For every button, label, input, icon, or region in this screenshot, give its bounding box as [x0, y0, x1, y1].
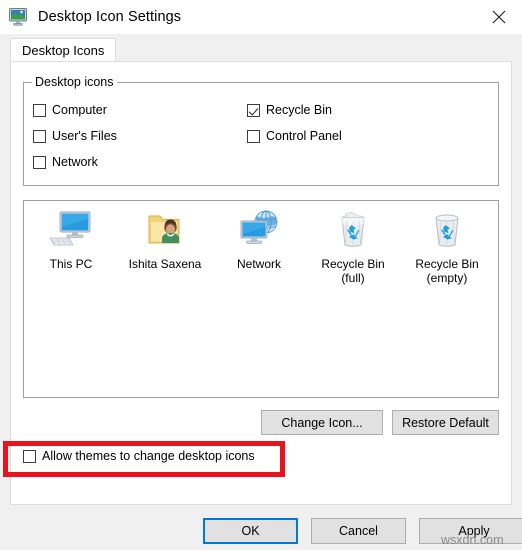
icon-preview-panel: This PC Ishita Saxena Network Recycle Bi… — [23, 200, 499, 398]
desktop-icons-checkbox-grid: Computer Recycle Bin User's Files Contro… — [33, 97, 489, 175]
icon-item-recycle-bin-empty[interactable]: Recycle Bin (empty) — [400, 207, 494, 285]
icon-item-user-folder[interactable]: Ishita Saxena — [118, 207, 212, 285]
cancel-label: Cancel — [339, 524, 378, 538]
tab-strip: Desktop Icons — [0, 34, 522, 62]
checkbox-label-control-panel: Control Panel — [266, 129, 342, 143]
checkbox-box-computer[interactable] — [33, 103, 46, 117]
monitor-desktop-icon — [8, 6, 30, 28]
recycle-bin-full-icon — [329, 207, 377, 253]
change-icon-button[interactable]: Change Icon... — [261, 410, 383, 435]
restore-default-button[interactable]: Restore Default — [392, 410, 499, 435]
cancel-button[interactable]: Cancel — [311, 518, 406, 544]
checkbox-recycle-bin[interactable]: Recycle Bin — [247, 103, 461, 117]
icon-caption: Network — [236, 257, 281, 271]
icon-item-network[interactable]: Network — [212, 207, 306, 285]
icon-caption: This PC — [49, 257, 93, 271]
checkbox-row: Computer Recycle Bin — [33, 97, 489, 123]
desktop-icon-settings-window: Desktop Icon Settings Desktop Icons Desk… — [0, 0, 522, 550]
allow-themes-checkbox[interactable]: Allow themes to change desktop icons — [23, 449, 255, 463]
restore-default-label: Restore Default — [402, 415, 489, 430]
tab-label: Desktop Icons — [22, 43, 105, 58]
icon-item-recycle-bin-full[interactable]: Recycle Bin (full) — [306, 207, 400, 285]
checkbox-label-users-files: User's Files — [52, 129, 117, 143]
icon-caption: Recycle Bin (full) — [321, 257, 385, 285]
checkbox-row: User's Files Control Panel — [33, 123, 489, 149]
this-pc-icon — [47, 207, 95, 253]
network-icon — [235, 207, 283, 253]
close-icon[interactable] — [476, 0, 522, 34]
checkbox-row: Network — [33, 149, 489, 175]
watermark: wsxdn.com — [441, 533, 504, 547]
checkbox-computer[interactable]: Computer — [33, 103, 247, 117]
ok-button[interactable]: OK — [203, 518, 298, 544]
change-icon-label: Change Icon... — [281, 415, 363, 430]
checkbox-network[interactable]: Network — [33, 155, 247, 169]
ok-label: OK — [241, 524, 260, 538]
user-folder-icon — [141, 207, 189, 253]
icon-preview-row: This PC Ishita Saxena Network Recycle Bi… — [24, 207, 498, 285]
checkbox-box-network[interactable] — [33, 155, 46, 169]
icon-caption: Ishita Saxena — [128, 257, 202, 271]
title-bar: Desktop Icon Settings — [0, 0, 522, 34]
checkbox-box-users-files[interactable] — [33, 129, 46, 143]
checkbox-control-panel[interactable]: Control Panel — [247, 129, 461, 143]
recycle-bin-empty-icon — [423, 207, 471, 253]
allow-themes-label: Allow themes to change desktop icons — [42, 449, 255, 463]
checkbox-label-recycle-bin: Recycle Bin — [266, 103, 332, 117]
icon-item-this-pc[interactable]: This PC — [24, 207, 118, 285]
tab-page-desktop-icons: Desktop icons Computer Recycle Bin User'… — [10, 61, 512, 505]
desktop-icons-groupbox: Desktop icons Computer Recycle Bin User'… — [23, 75, 499, 186]
checkbox-label-network: Network — [52, 155, 98, 169]
checkbox-box-control-panel[interactable] — [247, 129, 260, 143]
icon-caption: Recycle Bin (empty) — [415, 257, 479, 285]
checkbox-box-allow-themes[interactable] — [23, 449, 36, 463]
checkbox-box-recycle-bin[interactable] — [247, 103, 260, 117]
checkbox-label-computer: Computer — [52, 103, 107, 117]
window-title: Desktop Icon Settings — [38, 9, 182, 25]
checkbox-users-files[interactable]: User's Files — [33, 129, 247, 143]
tab-desktop-icons[interactable]: Desktop Icons — [10, 38, 117, 62]
groupbox-legend: Desktop icons — [32, 75, 117, 89]
